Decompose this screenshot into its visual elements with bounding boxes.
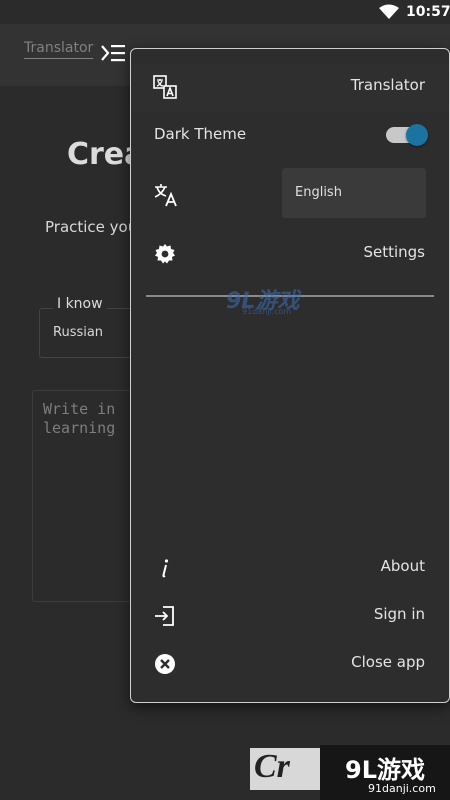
drawer-item-about[interactable]: About [131, 546, 449, 590]
drawer-item-sign-in[interactable]: Sign in [131, 594, 449, 638]
watermark-corner-text: 9L游戏 [345, 756, 425, 784]
drawer-item-sign-in-label: Sign in [373, 605, 425, 623]
translate-icon [153, 75, 177, 99]
status-bar: 10:57 [0, 0, 450, 24]
language-dropdown[interactable]: English [282, 168, 426, 218]
dark-theme-toggle[interactable] [386, 124, 428, 146]
known-language-label: I know [53, 296, 107, 312]
watermark-logo-url: 91danji.com [242, 307, 292, 316]
drawer-item-about-label: About [380, 557, 425, 575]
sign-in-icon [155, 606, 174, 626]
language-icon [154, 184, 177, 207]
watermark-corner-logo: 9L游戏 91danji.com [320, 745, 450, 800]
menu-collapse-icon[interactable] [100, 42, 126, 64]
language-dropdown-value: English [295, 185, 342, 200]
app-screen: 10:57 Translator Crea Practice you I kno… [0, 0, 450, 800]
app-title: Translator [24, 40, 94, 56]
known-language-value: Russian [53, 325, 104, 340]
drawer-item-settings-label: Settings [363, 243, 425, 261]
info-icon [162, 559, 169, 578]
watermark-corner-url: 91danji.com [368, 782, 436, 795]
drawer-item-translator-label: Translator [350, 76, 425, 94]
toggle-thumb [406, 124, 428, 146]
drawer-item-close-app[interactable]: Close app [131, 642, 449, 686]
close-circle-icon [155, 654, 175, 674]
status-time: 10:57 [406, 4, 450, 20]
watermark-logo: 9L游戏 91danji.com [226, 283, 322, 319]
drawer-item-close-app-label: Close app [351, 653, 425, 671]
watermark-badge: Cr [250, 748, 320, 790]
gear-icon [155, 244, 175, 264]
watermark-badge-text: Cr [254, 748, 290, 785]
navigation-drawer: Translator Dark Theme English Settings A… [130, 48, 450, 703]
page-subtitle: Practice you [45, 218, 138, 236]
drawer-item-translator[interactable]: Translator [131, 65, 449, 111]
drawer-item-settings[interactable]: Settings [131, 232, 449, 276]
dark-theme-label: Dark Theme [154, 125, 247, 143]
wifi-icon [379, 4, 399, 19]
